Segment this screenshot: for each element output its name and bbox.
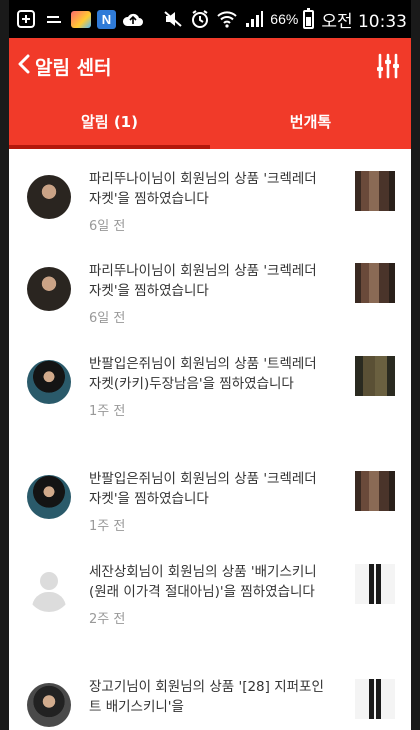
battery-icon — [303, 7, 315, 29]
notification-message: 반팔입은쥐님이 회원님의 상품 '크렉레더자켓'을 찜하였습니다 — [89, 471, 317, 507]
list-item[interactable]: 파리뚜나이님이 회원님의 상품 '크렉레더자켓'을 찜하였습니다 6일 전 — [9, 149, 411, 241]
notification-list: 파리뚜나이님이 회원님의 상품 '크렉레더자켓'을 찜하였습니다 6일 전 파리… — [9, 149, 411, 730]
gallery-icon — [71, 10, 91, 28]
mute-line-icon — [43, 9, 65, 29]
notification-time: 1주 전 — [89, 404, 126, 419]
product-thumbnail[interactable] — [355, 679, 395, 719]
upload-cloud-icon — [122, 9, 144, 29]
alarm-icon — [189, 9, 211, 29]
n-app-icon: N — [97, 9, 116, 29]
plus-box-icon — [15, 9, 37, 29]
product-thumbnail[interactable] — [355, 356, 395, 396]
signal-icon — [243, 9, 265, 29]
avatar — [27, 175, 71, 219]
notification-time: 1주 전 — [89, 519, 126, 534]
avatar — [27, 683, 71, 727]
product-thumbnail[interactable] — [355, 171, 395, 211]
app-bar: 알림 센터 — [9, 38, 411, 94]
list-item[interactable]: 장고기님이 회원님의 상품 '[28] 지퍼포인트 배기스키니'을 — [9, 657, 411, 730]
list-item[interactable]: 반팔입은쥐님이 회원님의 상품 '트렉레더자켓(카키)두장남음'을 찜하였습니다… — [9, 334, 411, 449]
list-item[interactable]: 반팔입은쥐님이 회원님의 상품 '크렉레더자켓'을 찜하였습니다 1주 전 — [9, 449, 411, 542]
notification-time: 6일 전 — [89, 219, 126, 234]
notification-message: 반팔입은쥐님이 회원님의 상품 '트렉레더자켓(카키)두장남음'을 찜하였습니다 — [89, 356, 317, 392]
avatar — [27, 267, 71, 311]
notification-message: 세잔상회님이 회원님의 상품 '배기스키니(원래 이가격 절대아님)'을 찜하였… — [89, 564, 317, 600]
status-time: 오전 10:33 — [321, 11, 407, 32]
tab-bar: 알림 (1) 번개톡 — [9, 94, 411, 149]
sliders-icon — [377, 53, 399, 79]
avatar — [27, 568, 71, 612]
notification-message: 파리뚜나이님이 회원님의 상품 '크렉레더자켓'을 찜하였습니다 — [89, 263, 317, 299]
avatar — [27, 360, 71, 404]
product-thumbnail[interactable] — [355, 564, 395, 604]
phone-screen: N 66% 오전 10:33 알림 센터 알림 (1) 번개톡 파리뚜나이님이 … — [9, 0, 411, 730]
avatar — [27, 475, 71, 519]
mute-icon — [162, 9, 184, 29]
list-item[interactable]: 세잔상회님이 회원님의 상품 '배기스키니(원래 이가격 절대아님)'을 찜하였… — [9, 542, 411, 657]
tab-notifications[interactable]: 알림 (1) — [9, 94, 210, 149]
wifi-icon — [216, 9, 238, 29]
product-thumbnail[interactable] — [355, 471, 395, 511]
notification-message: 장고기님이 회원님의 상품 '[28] 지퍼포인트 배기스키니'을 — [89, 679, 324, 715]
product-thumbnail[interactable] — [355, 263, 395, 303]
status-bar: N 66% 오전 10:33 — [9, 0, 411, 38]
notification-time: 6일 전 — [89, 311, 126, 326]
page-title: 알림 센터 — [35, 56, 112, 79]
battery-percent: 66% — [270, 11, 299, 27]
filter-settings-button[interactable] — [375, 53, 401, 79]
chevron-left-icon — [18, 54, 30, 73]
tab-bungaetalk[interactable]: 번개톡 — [210, 94, 411, 149]
list-item[interactable]: 파리뚜나이님이 회원님의 상품 '크렉레더자켓'을 찜하였습니다 6일 전 — [9, 241, 411, 334]
back-button[interactable] — [17, 54, 31, 79]
notification-message: 파리뚜나이님이 회원님의 상품 '크렉레더자켓'을 찜하였습니다 — [89, 171, 317, 207]
notification-time: 2주 전 — [89, 612, 126, 627]
